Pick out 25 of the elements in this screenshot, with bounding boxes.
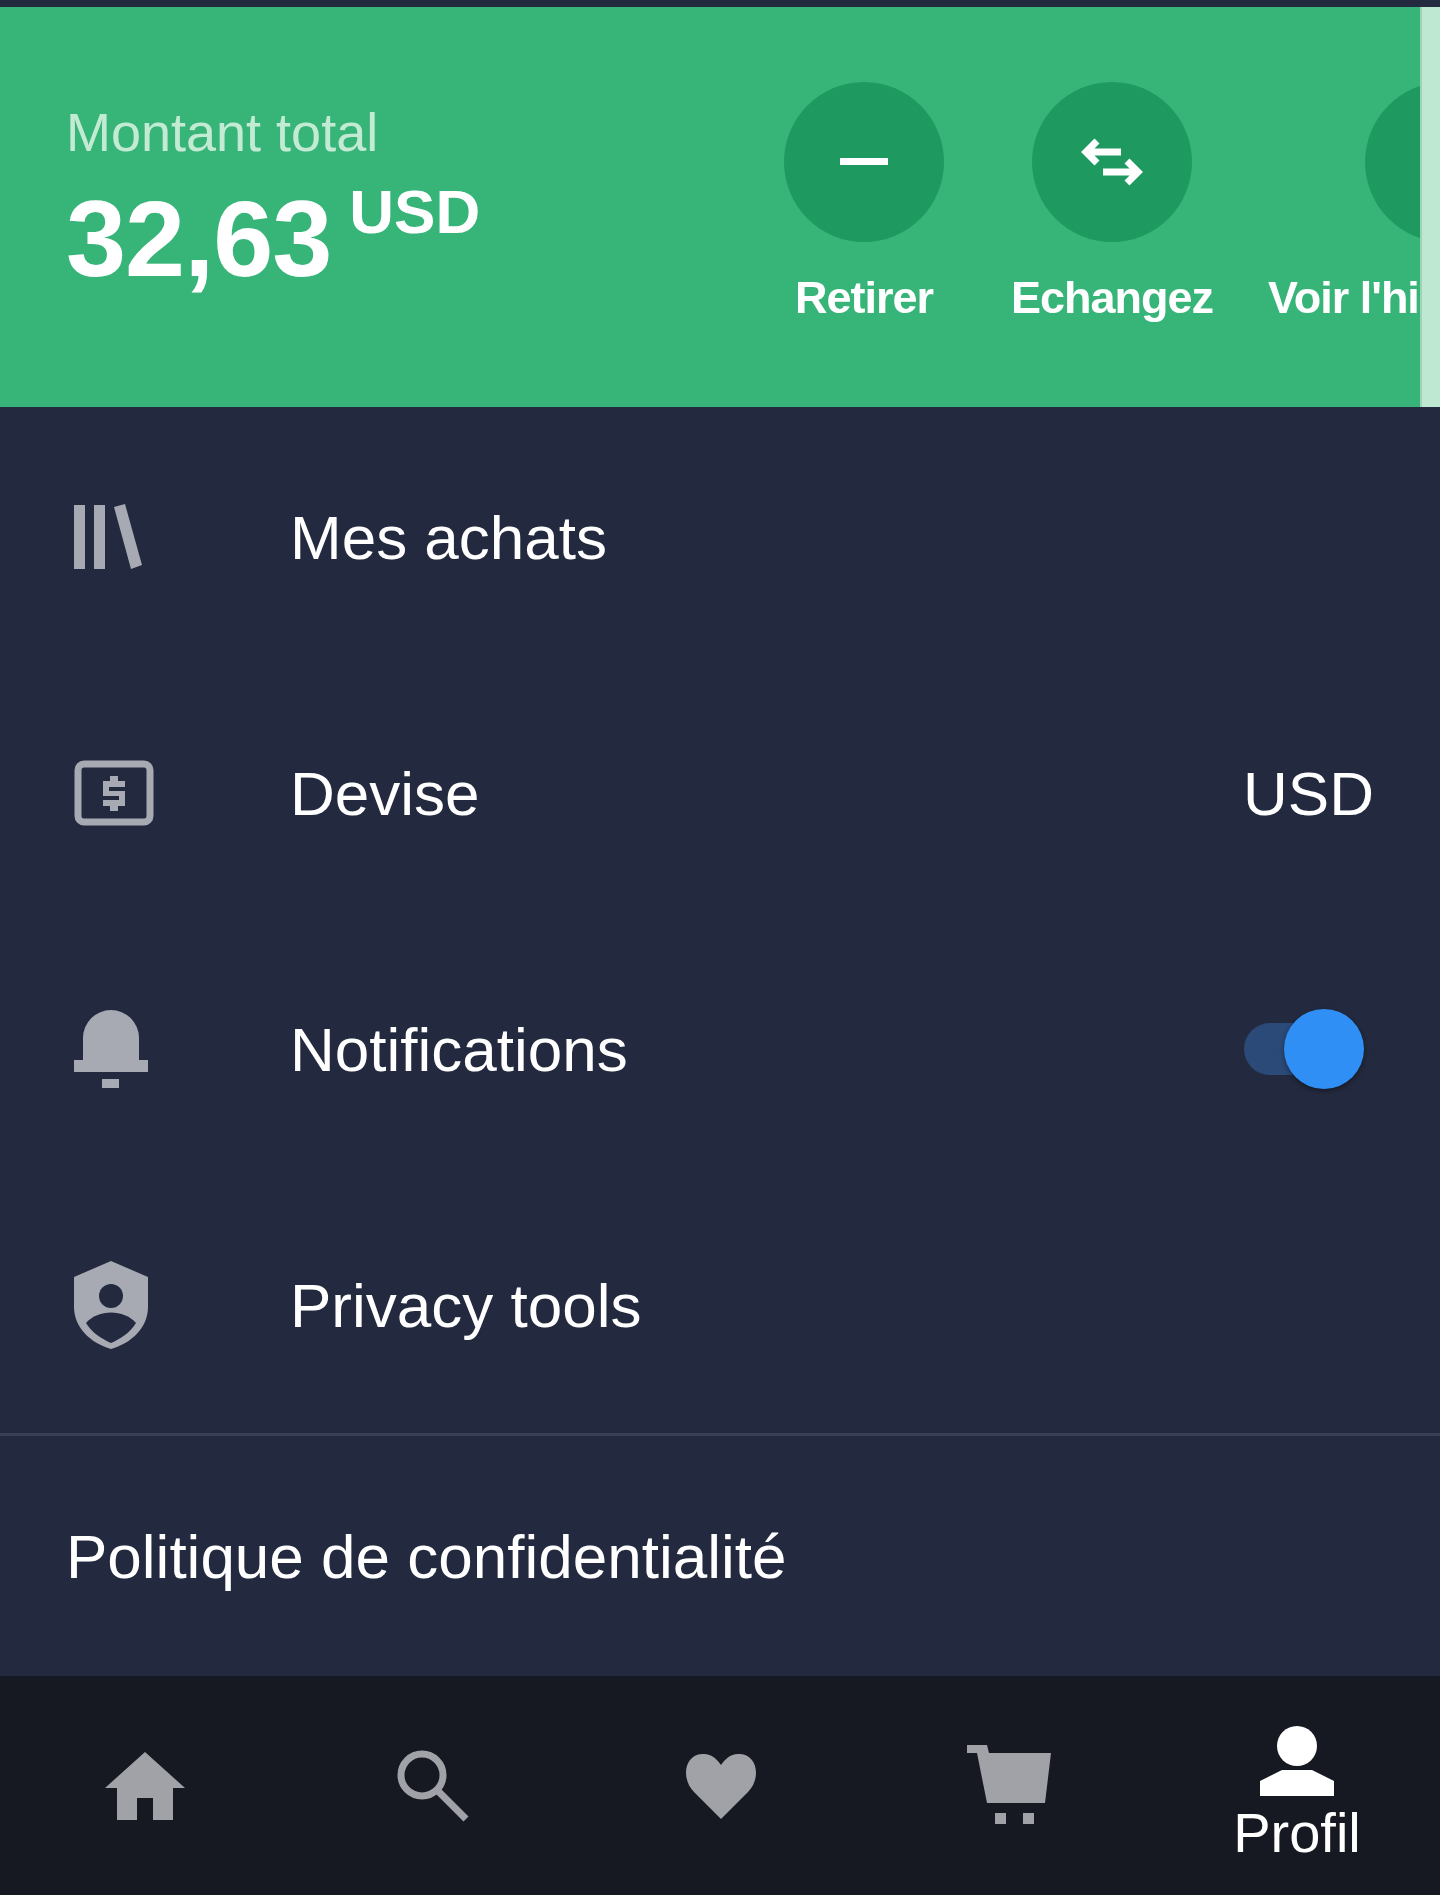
dollar-bill-icon — [74, 760, 154, 826]
menu-label: Privacy tools — [290, 1269, 643, 1341]
person-icon — [1260, 1726, 1334, 1796]
menu-item[interactable]: Devise USD — [0, 665, 1440, 921]
search-icon — [396, 1748, 470, 1823]
cart-icon — [967, 1744, 1051, 1827]
balance-amount: 32,63 — [66, 185, 332, 293]
currency-label: USD — [349, 181, 481, 243]
bell-icon — [74, 1010, 148, 1088]
privacy-policy-link[interactable]: Politique de confidentialité — [66, 1520, 787, 1592]
menu-label: Mes achats — [290, 501, 609, 573]
menu-label: Notifications — [290, 1013, 629, 1085]
nav-label: Profil — [1233, 1800, 1361, 1865]
menu-item[interactable]: Privacy tools — [0, 1177, 1440, 1433]
menu-item[interactable]: Notifications — [0, 921, 1440, 1177]
books-icon — [74, 504, 144, 570]
person-tab[interactable]: Profil — [1197, 1726, 1397, 1865]
currency-value: USD — [1243, 757, 1374, 829]
shield-person-icon — [74, 1261, 148, 1349]
home-icon — [105, 1751, 185, 1820]
minus-icon — [840, 158, 888, 166]
menu-item[interactable]: Mes achats — [0, 409, 1440, 665]
balance-label: Montant total — [66, 105, 380, 159]
heart-icon — [684, 1752, 758, 1819]
menu-label: Devise — [290, 757, 481, 829]
